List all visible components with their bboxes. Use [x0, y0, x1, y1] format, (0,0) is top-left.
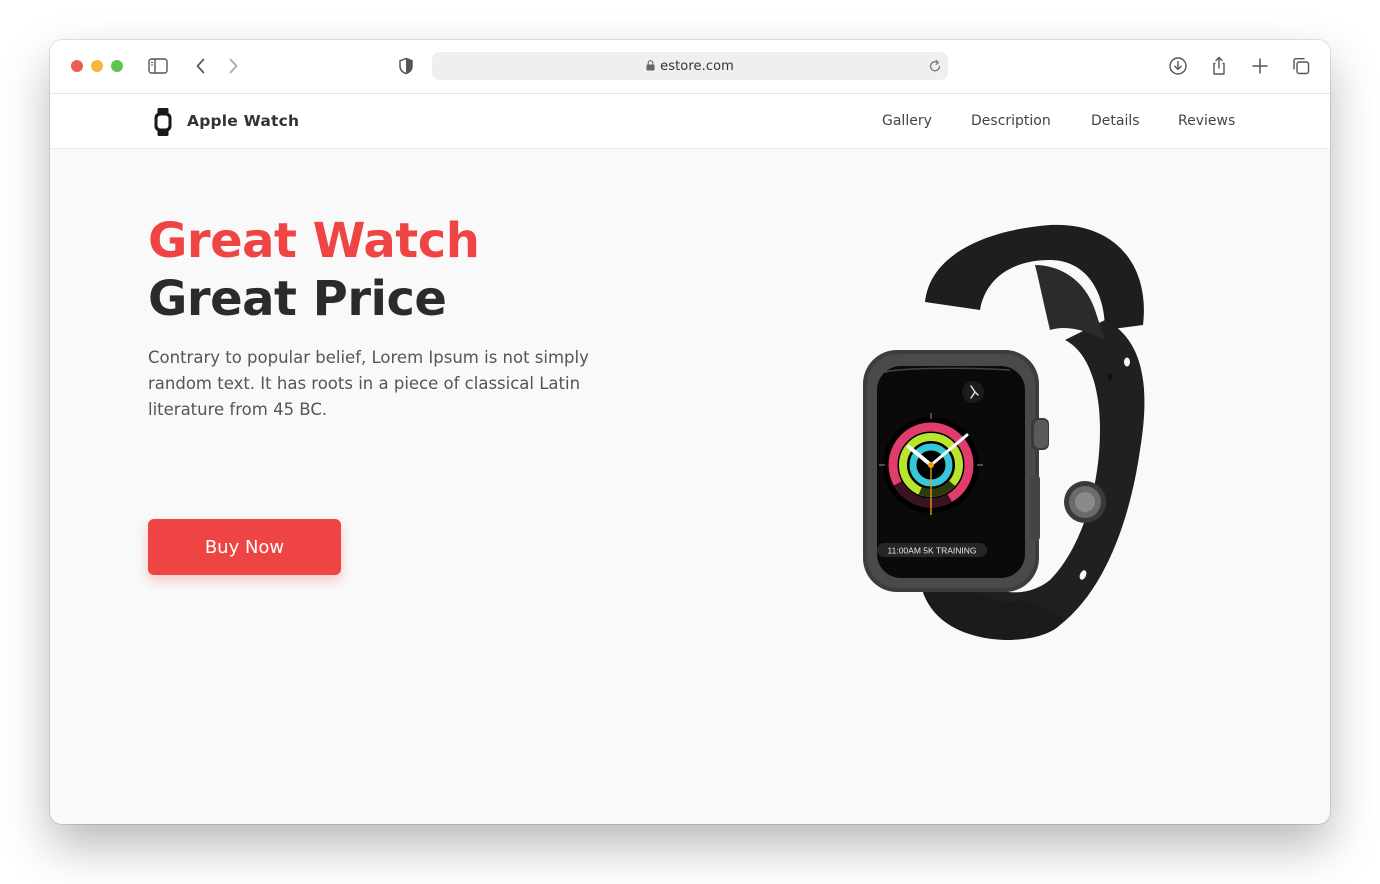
close-window-button[interactable] [71, 60, 83, 72]
address-bar[interactable]: estore.com [432, 52, 948, 80]
hero-title-line1: Great Watch [148, 213, 480, 269]
chevron-right-icon[interactable] [222, 55, 244, 77]
plus-icon[interactable] [1249, 55, 1271, 77]
brand-name[interactable]: Apple Watch [187, 112, 299, 130]
download-icon[interactable] [1167, 55, 1189, 77]
nav-reviews[interactable]: Reviews [1178, 113, 1235, 129]
maximize-window-button[interactable] [111, 60, 123, 72]
chevron-left-icon[interactable] [190, 55, 212, 77]
buy-now-button[interactable]: Buy Now [148, 519, 341, 575]
shield-icon[interactable] [395, 55, 417, 77]
watch-screen-text: 11:00AM 5K TRAINING [888, 546, 977, 556]
reload-icon[interactable] [927, 58, 943, 74]
sidebar-icon[interactable] [147, 55, 169, 77]
share-icon[interactable] [1208, 55, 1230, 77]
site-navbar: Apple Watch Gallery Description Details … [50, 94, 1330, 149]
hero-description: Contrary to popular belief, Lorem Ipsum … [148, 348, 589, 419]
tabs-icon[interactable] [1290, 55, 1312, 77]
nav-gallery[interactable]: Gallery [882, 113, 932, 129]
hero-title-line2: Great Price [148, 271, 447, 327]
browser-window: estore.com Apple Watch Gallery Descripti… [50, 40, 1330, 824]
nav-details[interactable]: Details [1091, 113, 1140, 129]
browser-toolbar: estore.com [50, 40, 1330, 94]
hero-title: Great Watch Great Price [148, 212, 480, 328]
minimize-window-button[interactable] [91, 60, 103, 72]
product-watch-image: 11:00AM 5K TRAINING [805, 220, 1155, 640]
lock-icon [646, 60, 655, 75]
watch-icon[interactable] [153, 107, 173, 137]
url-text: estore.com [660, 59, 734, 74]
nav-description[interactable]: Description [971, 113, 1051, 129]
